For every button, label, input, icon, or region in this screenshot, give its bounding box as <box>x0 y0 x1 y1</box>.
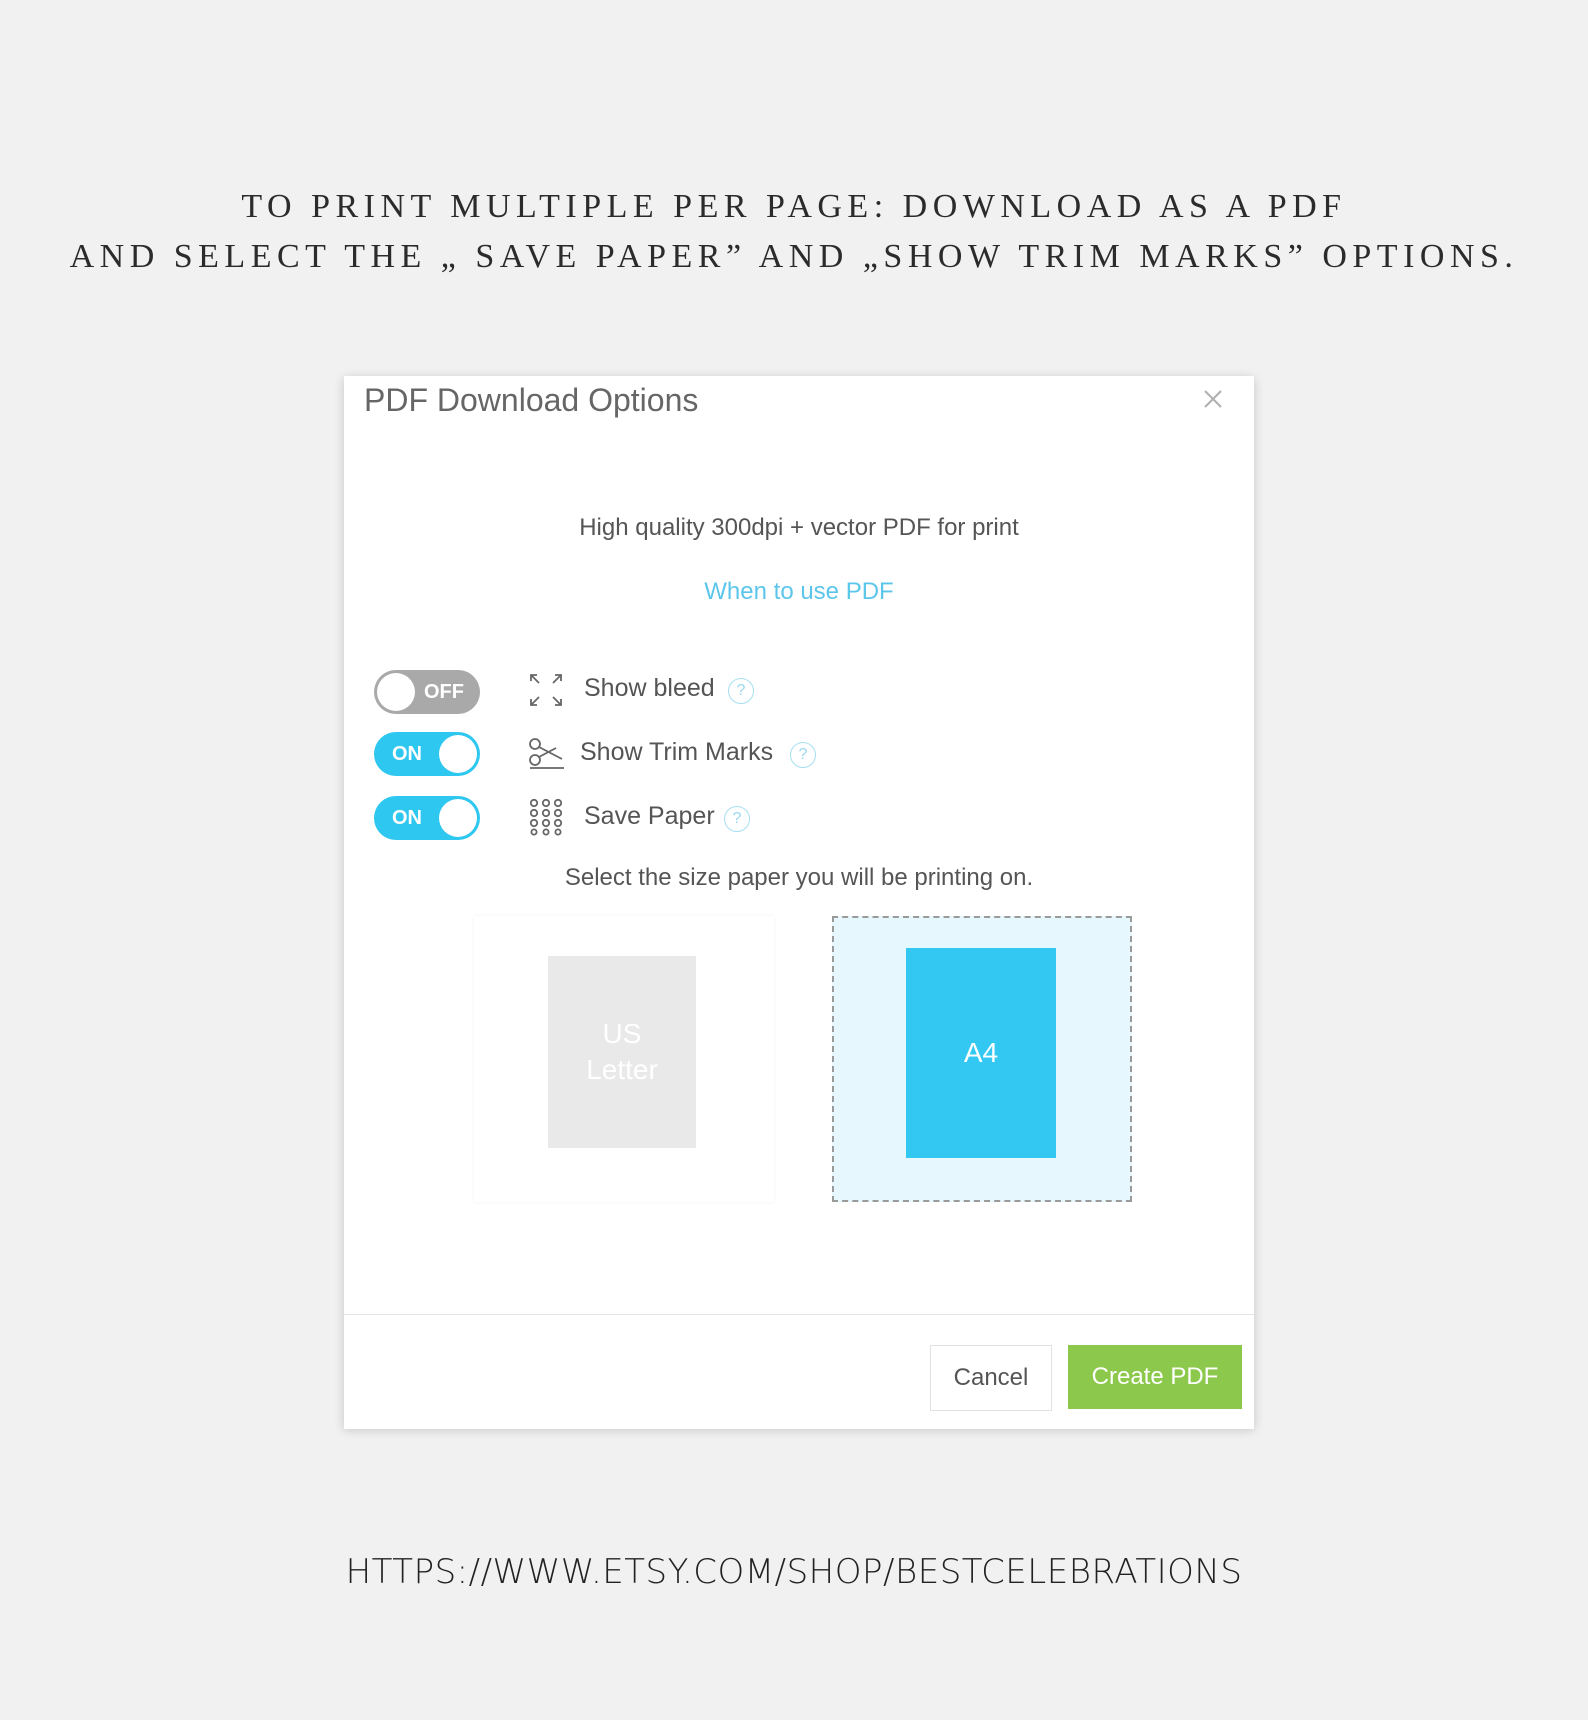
close-icon <box>1204 390 1222 408</box>
paper-size-a4[interactable]: A4 <box>832 916 1132 1202</box>
question-icon[interactable]: ? <box>790 742 816 768</box>
expand-arrows-icon <box>530 674 562 706</box>
question-icon[interactable]: ? <box>728 678 754 704</box>
toggle-knob <box>377 673 415 711</box>
save-paper-label: Save Paper <box>584 802 715 830</box>
paper-sheet-preview: A4 <box>906 948 1056 1158</box>
question-icon[interactable]: ? <box>724 806 750 832</box>
toggle-state-label: OFF <box>424 681 464 703</box>
show-trim-marks-toggle[interactable]: ON <box>374 732 480 776</box>
toggle-state-label: ON <box>392 807 422 829</box>
save-paper-toggle[interactable]: ON <box>374 796 480 840</box>
toggle-knob <box>439 735 477 773</box>
shop-url: HTTPS://WWW.ETSY.COM/SHOP/BESTCELEBRATIO… <box>345 1552 1243 1592</box>
instruction-line-2: AND SELECT THE „ SAVE PAPER” AND „SHOW T… <box>69 238 1519 275</box>
toggle-state-label: ON <box>392 743 422 765</box>
pdf-description: High quality 300dpi + vector PDF for pri… <box>579 514 1019 541</box>
dialog-footer: Cancel Create PDF <box>344 1314 1254 1429</box>
paper-size-label: US Letter <box>586 1018 658 1085</box>
paper-sheet-preview: US Letter <box>548 956 696 1148</box>
scissors-icon <box>529 738 564 769</box>
paper-size-prompt: Select the size paper you will be printi… <box>564 864 1034 891</box>
paper-size-us-letter[interactable]: US Letter <box>474 916 774 1202</box>
when-to-use-pdf-link[interactable]: When to use PDF <box>344 578 1254 606</box>
close-button[interactable] <box>1198 384 1228 414</box>
toggle-knob <box>439 799 477 837</box>
grid-dots-icon <box>529 798 563 836</box>
create-pdf-button[interactable]: Create PDF <box>1068 1345 1242 1409</box>
instruction-line-1: TO PRINT MULTIPLE PER PAGE: DOWNLOAD AS … <box>241 188 1347 225</box>
cancel-button[interactable]: Cancel <box>930 1345 1052 1411</box>
show-trim-marks-label: Show Trim Marks <box>580 738 774 766</box>
paper-size-label: A4 <box>963 1037 999 1068</box>
dialog-title: PDF Download Options <box>364 382 699 418</box>
pdf-download-dialog: PDF Download Options High quality 300dpi… <box>344 376 1254 1429</box>
show-bleed-label: Show bleed <box>584 674 715 702</box>
show-bleed-toggle[interactable]: OFF <box>374 670 480 714</box>
